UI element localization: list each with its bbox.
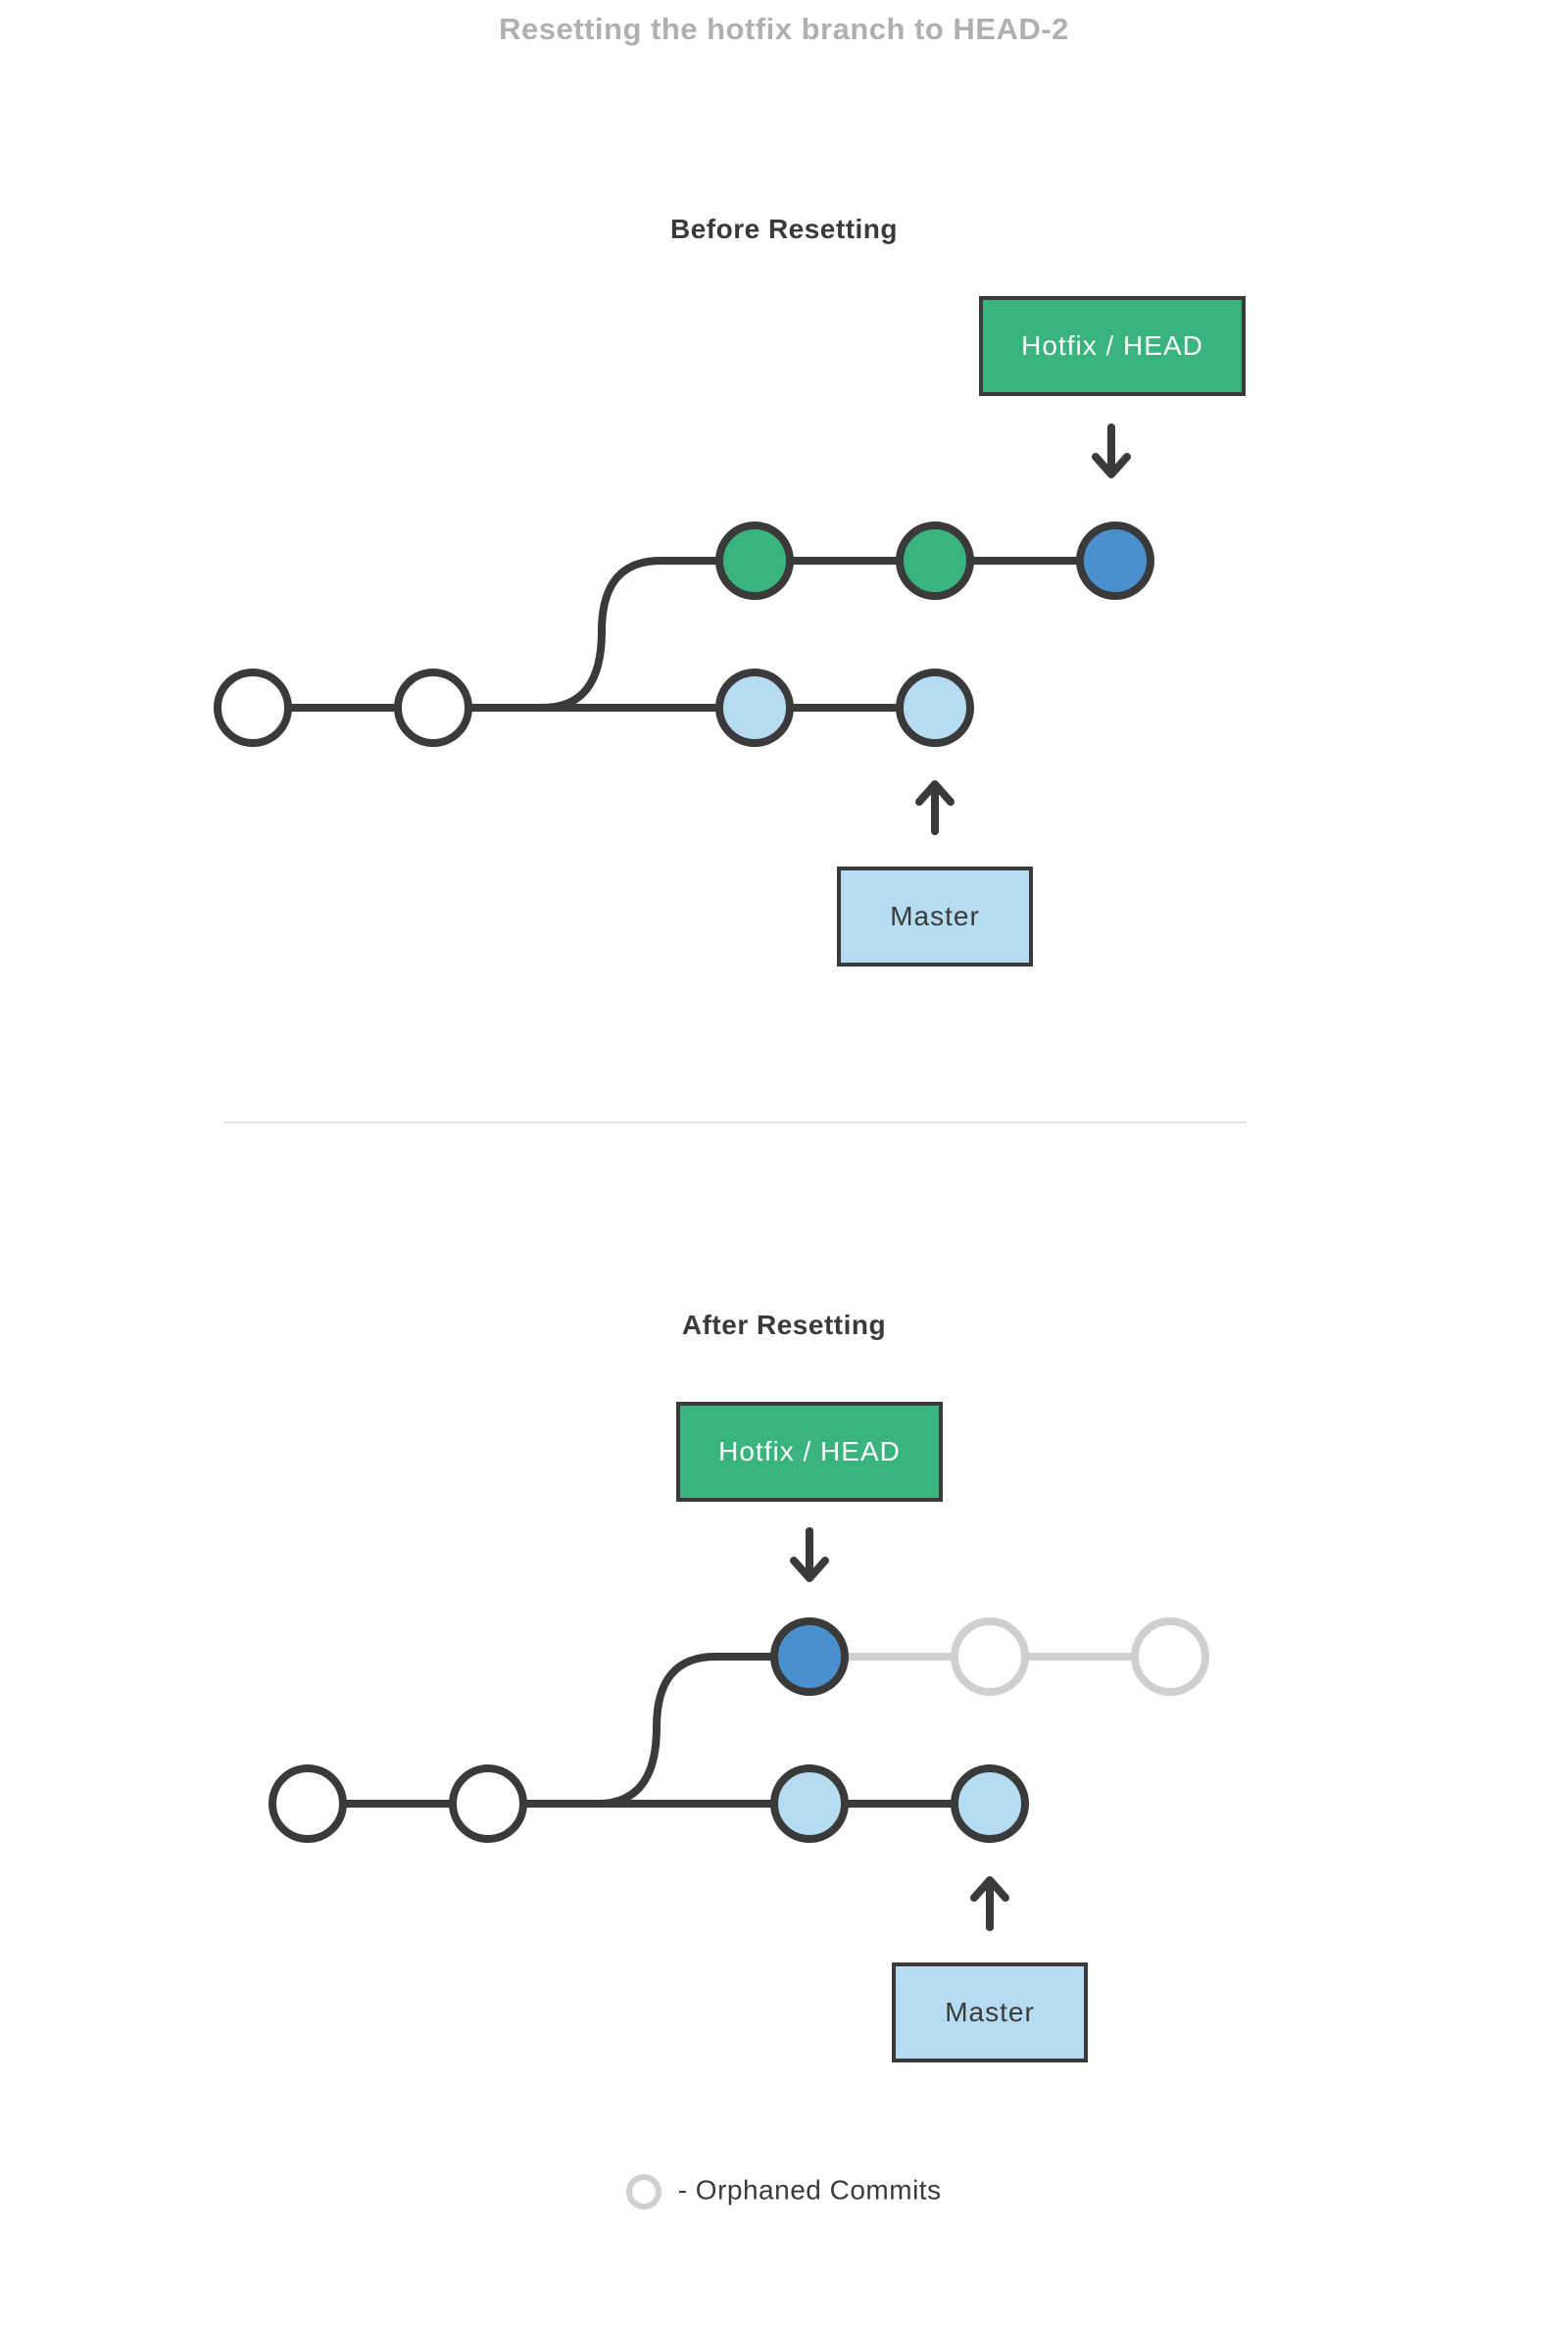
commit-node-orphan — [1131, 1617, 1209, 1696]
commit-node — [715, 521, 794, 600]
arrow-down-icon — [1088, 423, 1135, 482]
commit-node-head — [1076, 521, 1154, 600]
commit-node-orphan — [951, 1617, 1029, 1696]
branch-curve — [465, 523, 739, 720]
commit-node — [770, 1764, 849, 1843]
section-divider — [223, 1121, 1247, 1123]
commit-node-master — [951, 1764, 1029, 1843]
before-heading: Before Resetting — [0, 214, 1568, 245]
edge — [966, 557, 1084, 565]
after-hotfix-head-label: Hotfix / HEAD — [676, 1402, 943, 1502]
commit-node-master — [896, 669, 974, 747]
orphan-legend-text: - Orphaned Commits — [678, 2174, 942, 2205]
commit-node — [214, 669, 292, 747]
branch-curve — [519, 1619, 794, 1815]
orphan-dot-icon — [626, 2174, 662, 2209]
page-title: Resetting the hotfix branch to HEAD-2 — [0, 12, 1568, 47]
commit-node — [269, 1764, 347, 1843]
commit-node — [394, 669, 472, 747]
arrow-up-icon — [911, 776, 958, 835]
before-master-label: Master — [837, 867, 1033, 967]
edge-orphan — [841, 1653, 958, 1661]
commit-node — [449, 1764, 527, 1843]
edge — [786, 557, 904, 565]
commit-node — [715, 669, 794, 747]
commit-node-head — [770, 1617, 849, 1696]
commit-node — [896, 521, 974, 600]
arrow-down-icon — [786, 1527, 833, 1586]
orphan-legend: - Orphaned Commits — [0, 2174, 1568, 2209]
before-hotfix-head-label: Hotfix / HEAD — [979, 296, 1246, 396]
diagram-page: Resetting the hotfix branch to HEAD-2 Be… — [0, 0, 1568, 2333]
after-master-label: Master — [892, 1962, 1088, 2062]
edge — [284, 704, 402, 712]
after-heading: After Resetting — [0, 1310, 1568, 1341]
edge — [786, 704, 904, 712]
arrow-up-icon — [966, 1872, 1013, 1931]
edge — [339, 1800, 457, 1808]
edge — [841, 1800, 958, 1808]
edge-orphan — [1021, 1653, 1139, 1661]
